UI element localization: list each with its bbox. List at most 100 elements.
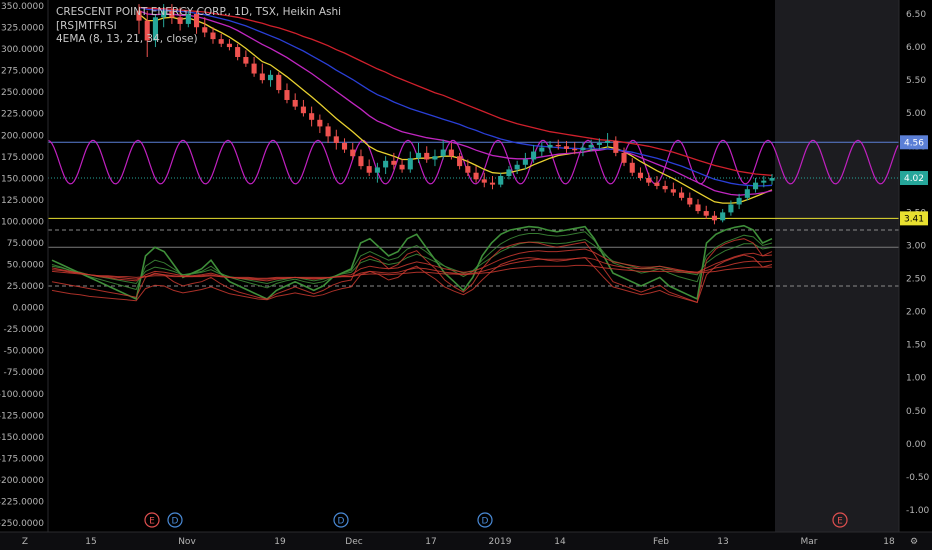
- candle-body: [407, 158, 413, 170]
- candle-body: [744, 189, 750, 198]
- candle-body: [580, 147, 586, 151]
- right-axis-tick: 0.00: [906, 440, 926, 450]
- candle-body: [563, 146, 570, 149]
- settings-gear-icon[interactable]: ⚙: [910, 537, 918, 547]
- x-axis-tick: 19: [274, 537, 286, 547]
- candle-body: [251, 63, 257, 74]
- candle-body: [325, 126, 331, 137]
- marker-label: D: [172, 517, 179, 527]
- candle-body: [646, 178, 652, 183]
- candle-body: [629, 162, 635, 173]
- candle-body: [465, 166, 471, 173]
- x-axis-tick: 2019: [489, 537, 512, 547]
- candle-body: [432, 156, 438, 160]
- left-axis-tick: 325.0000: [1, 24, 44, 34]
- candle-body: [588, 144, 594, 148]
- right-axis-tick: -0.50: [906, 473, 930, 483]
- candle-body: [383, 160, 389, 168]
- candle-body: [728, 204, 734, 213]
- candle-body: [605, 140, 611, 143]
- left-axis-tick: -75.0000: [4, 368, 45, 378]
- candle-body: [572, 148, 578, 151]
- price-tag[interactable]: 3.41: [900, 211, 928, 226]
- candle-body: [679, 192, 685, 198]
- candle-body: [284, 90, 290, 100]
- candle-body: [243, 56, 249, 64]
- left-axis-tick: 175.0000: [1, 153, 44, 163]
- candle-body: [448, 149, 454, 157]
- candle-body: [267, 74, 274, 81]
- indicator-label-ema[interactable]: 4EMA (8, 13, 21, 34, close): [56, 33, 341, 47]
- candle-body: [276, 74, 282, 91]
- zoom-reset-icon[interactable]: Z: [22, 537, 28, 547]
- right-axis-tick: 0.50: [906, 407, 926, 417]
- left-axis-tick: 275.0000: [1, 67, 44, 77]
- left-axis-tick: 0.0000: [13, 304, 45, 314]
- candle-body: [753, 182, 759, 190]
- left-axis-tick: -25.0000: [4, 325, 45, 335]
- candle-body: [539, 147, 545, 152]
- candle-body: [621, 152, 627, 163]
- candle-body: [317, 119, 323, 127]
- chart-legend: CRESCENT POINT ENERGY CORP., 1D, TSX, He…: [56, 6, 341, 47]
- right-axis-tick: 2.50: [906, 275, 926, 285]
- left-axis-tick: 50.0000: [7, 261, 44, 271]
- x-axis-tick: 13: [717, 537, 728, 547]
- price-tag-label: 4.02: [904, 174, 924, 184]
- candle-body: [531, 151, 537, 160]
- chart-root: 350.0000 325.0000 300.0000 275.0000 250.0000…: [0, 0, 932, 550]
- chart-svg[interactable]: 350.0000 325.0000 300.0000 275.0000 250.0000…: [0, 0, 932, 550]
- candle-body: [514, 164, 520, 170]
- candle-body: [720, 212, 726, 221]
- candle-body: [333, 136, 339, 143]
- x-axis-tick: 14: [554, 537, 566, 547]
- candle-body: [235, 47, 241, 57]
- candle-body: [374, 167, 380, 173]
- left-axis-tick: -175.0000: [0, 454, 44, 464]
- right-axis-tick: 5.50: [906, 76, 926, 86]
- candle-body: [391, 160, 397, 165]
- candle-body: [440, 149, 446, 157]
- candle-body: [761, 180, 767, 183]
- x-axis-tick: Nov: [178, 537, 196, 547]
- candle-body: [711, 215, 718, 221]
- candle-body: [637, 172, 644, 179]
- left-axis-tick: -100.0000: [0, 390, 44, 400]
- candle-body: [522, 159, 528, 165]
- indicator-label-rsi[interactable]: [RS]MTFRSI: [56, 20, 341, 34]
- price-tag[interactable]: 4.02: [900, 171, 928, 186]
- candle-body: [695, 204, 701, 212]
- left-axis-tick: 300.0000: [1, 45, 44, 55]
- price-tag-label: 3.41: [904, 214, 924, 224]
- candle-body: [703, 211, 709, 216]
- marker-label: E: [837, 517, 843, 527]
- symbol-title[interactable]: CRESCENT POINT ENERGY CORP., 1D, TSX, He…: [56, 6, 341, 20]
- candle-body: [506, 169, 512, 177]
- price-tag[interactable]: 4.56: [900, 135, 928, 150]
- right-axis-tick: 5.00: [906, 109, 926, 119]
- future-zone: [775, 0, 899, 532]
- x-axis-strip: [0, 532, 932, 550]
- left-axis-tick: 75.0000: [7, 239, 44, 249]
- right-axis-tick: 1.50: [906, 341, 926, 351]
- left-axis-tick: 250.0000: [1, 88, 44, 98]
- x-axis-tick: 17: [425, 537, 436, 547]
- marker-label: D: [338, 517, 345, 527]
- left-axis-tick: -125.0000: [0, 411, 44, 421]
- candle-body: [662, 185, 668, 190]
- x-axis-tick: Dec: [345, 537, 362, 547]
- candle-body: [300, 106, 306, 114]
- candle-body: [399, 164, 405, 170]
- right-axis-tick: -1.00: [906, 506, 930, 516]
- right-axis-tick: 1.00: [906, 374, 926, 384]
- candle-body: [424, 152, 430, 160]
- candle-body: [489, 182, 496, 185]
- candle-body: [341, 142, 348, 150]
- price-tag-label: 4.56: [904, 138, 924, 148]
- left-axis-tick: 25.0000: [7, 282, 44, 292]
- candle-body: [358, 156, 364, 167]
- candle-body: [687, 197, 693, 205]
- candle-body: [415, 152, 422, 159]
- candle-body: [259, 73, 265, 81]
- left-axis-tick: 100.0000: [1, 217, 44, 227]
